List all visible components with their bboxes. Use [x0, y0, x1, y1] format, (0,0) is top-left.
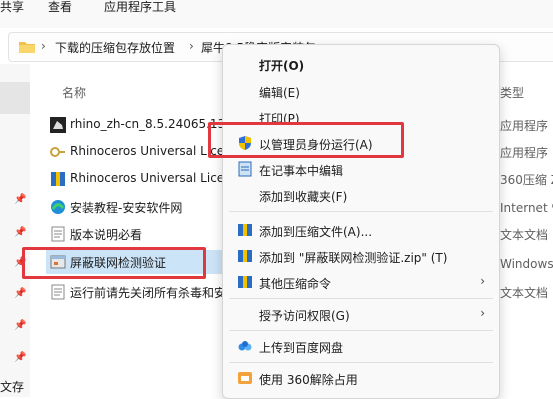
file-type: 360压缩 ZI [500, 173, 553, 187]
menu-item-label: 其他压缩命令 [259, 277, 332, 291]
menu-item-grant-access[interactable]: 授予访问权限(G) › [229, 301, 493, 327]
breadcrumb-segment-downloads[interactable]: 下载的压缩包存放位置 [55, 39, 175, 56]
file-name: Rhinoceros Universal Licen [70, 171, 232, 185]
menu-item-add-favorites[interactable]: 添加到收藏夹(F) [229, 182, 493, 208]
menu-item-add-archive[interactable]: 添加到压缩文件(A)... [229, 217, 493, 243]
menu-separator [229, 362, 493, 363]
menu-separator [229, 330, 493, 331]
submenu-arrow-icon: › [480, 274, 485, 288]
text-doc-icon [51, 284, 65, 300]
submenu-arrow-icon: › [480, 306, 485, 320]
edge-shortcut-icon [51, 200, 65, 214]
menu-item-label: 添加到压缩文件(A)... [259, 225, 373, 239]
menu-item-open[interactable]: 打开(O) [229, 51, 493, 77]
menu-item-edit-notepad[interactable]: 在记事本中编辑 [229, 156, 493, 182]
column-header-type[interactable]: 类型 [500, 84, 524, 101]
menu-item-label: 上传到百度网盘 [259, 341, 344, 355]
file-row[interactable]: 运行前请先关闭所有杀毒和安 [46, 280, 246, 304]
file-type: 应用程序 [500, 146, 549, 160]
breadcrumb-chevron-icon: › [189, 39, 194, 53]
folder-icon [19, 42, 35, 53]
menu-item-unlock-360[interactable]: 使用 360解除占用 [229, 365, 493, 391]
ribbon-toolbar: 共享 查看 应用程序工具 [0, 0, 553, 28]
file-type: 应用程序 [500, 119, 549, 133]
menu-item-label: 编辑(E) [259, 86, 300, 100]
pin-icon: 📌 [14, 288, 27, 299]
menu-item-label: 在记事本中编辑 [259, 164, 344, 178]
notepad-icon [238, 161, 252, 177]
column-header-name[interactable]: 名称 [62, 84, 86, 101]
menu-item-add-to-zip[interactable]: 添加到 "屏蔽联网检测验证.zip" (T) [229, 243, 493, 269]
menu-item-upload-baidu[interactable]: 上传到百度网盘 [229, 333, 493, 359]
menu-item-label: 添加到收藏夹(F) [259, 190, 348, 204]
file-row[interactable]: Rhinoceros Universal Licen [46, 167, 246, 191]
zip-archive-icon [51, 172, 65, 186]
menu-item-label: 打开(O) [259, 59, 305, 73]
file-type: Windows 批 [500, 257, 553, 271]
archive-icon [238, 276, 252, 288]
license-key-icon [50, 147, 65, 157]
menu-item-label: 使用 360解除占用 [259, 373, 358, 387]
pin-icon: 📌 [14, 352, 27, 363]
file-type: 文本文档 [500, 228, 549, 242]
text-doc-icon [51, 226, 65, 242]
menu-item-other-compress[interactable]: 其他压缩命令 › [229, 269, 493, 295]
file-name: 安装教程-安安软件网 [70, 201, 183, 215]
file-name: 运行前请先关闭所有杀毒和安 [70, 286, 227, 300]
archive-icon [238, 224, 252, 236]
file-type: Internet 快 [500, 201, 553, 215]
baidu-cloud-icon [238, 341, 252, 351]
360-unlock-icon [238, 372, 252, 384]
nav-selected-item[interactable] [0, 82, 30, 114]
breadcrumb-chevron-icon: › [41, 39, 46, 53]
share-tab[interactable]: 共享 [0, 0, 24, 14]
app-tools-tab[interactable]: 应用程序工具 [104, 0, 176, 14]
context-menu: 打开(O) 编辑(E) 打印(P) 以管理员身份运行(A) 在记事本中编辑 添加… [222, 44, 500, 399]
file-type: 文本文档 [500, 286, 549, 300]
menu-separator [229, 211, 493, 212]
file-row[interactable]: 版本说明必看 [46, 222, 246, 246]
highlight-box-run-as-admin [208, 122, 404, 158]
menu-item-label: 授予访问权限(G) [259, 309, 350, 323]
pin-icon: 📌 [14, 320, 27, 331]
pin-icon: 📌 [14, 194, 27, 205]
pin-icon: 📌 [14, 227, 27, 238]
file-row[interactable]: 安装教程-安安软件网 [46, 195, 246, 219]
archive-icon [238, 250, 252, 262]
file-name: 版本说明必看 [70, 228, 143, 242]
view-tab[interactable]: 查看 [48, 0, 72, 14]
nav-item-label[interactable]: 文存 [0, 378, 24, 395]
rhino-icon [50, 117, 66, 133]
navigation-pane: 📌 📌 📌 📌 📌 📌 [0, 64, 30, 397]
menu-item-edit[interactable]: 编辑(E) [229, 78, 493, 104]
menu-separator [229, 298, 493, 299]
highlight-box-file [22, 247, 206, 279]
menu-item-label: 添加到 "屏蔽联网检测验证.zip" (T) [259, 251, 448, 265]
